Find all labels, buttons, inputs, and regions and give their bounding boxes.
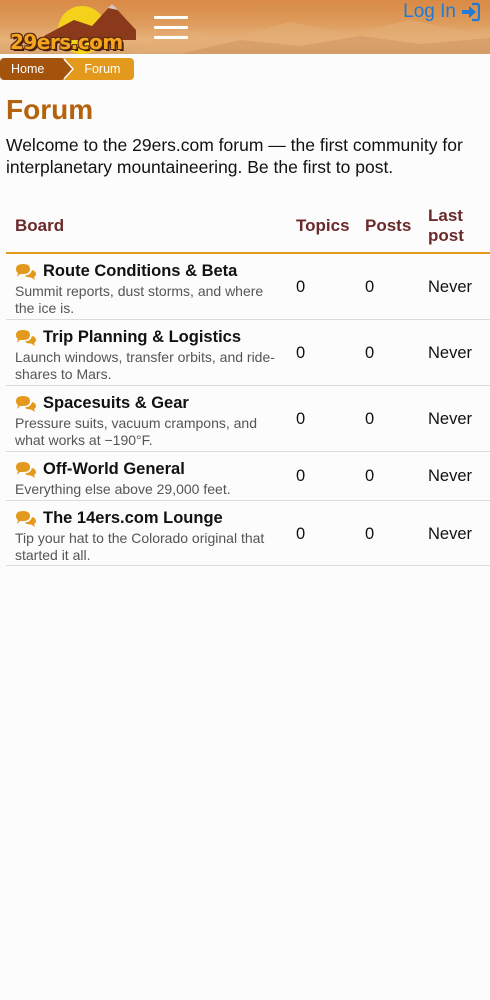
topics-count: 0	[296, 525, 306, 543]
page-title: Forum	[6, 94, 94, 125]
boards-table: Board Topics Posts Last post Route Condi…	[6, 202, 490, 566]
board-title-line: Route Conditions & Beta	[15, 262, 237, 281]
board-description: Summit reports, dust storms, and where t…	[15, 283, 264, 316]
last-post: Never	[428, 467, 473, 485]
site-header: 29ers.com Log In	[0, 0, 490, 54]
column-header-topics: Topics	[296, 216, 350, 235]
column-header-last-post: Last post	[428, 206, 464, 245]
boards-list: Route Conditions & Beta Summit reports, d…	[6, 254, 490, 566]
board-title[interactable]: The 14ers.com Lounge	[43, 509, 223, 528]
board-title[interactable]: Off-World General	[43, 460, 185, 479]
last-post: Never	[428, 344, 473, 362]
table-header: Board Topics Posts Last post	[6, 202, 490, 254]
table-row[interactable]: Route Conditions & Beta Summit reports, d…	[6, 254, 490, 320]
comments-icon	[15, 461, 37, 479]
table-row[interactable]: Trip Planning & Logistics Launch windows,…	[6, 320, 490, 386]
logo-text: 29ers.com	[10, 30, 123, 54]
login-label: Log In	[403, 1, 456, 22]
posts-count: 0	[365, 278, 375, 296]
board-description: Pressure suits, vacuum crampons, and wha…	[15, 415, 257, 448]
board-title-line: Trip Planning & Logistics	[15, 328, 241, 347]
posts-count: 0	[365, 410, 375, 428]
board-title-line: The 14ers.com Lounge	[15, 509, 223, 528]
comments-icon	[15, 510, 37, 528]
board-title-line: Spacesuits & Gear	[15, 394, 189, 413]
board-description: Launch windows, transfer orbits, and rid…	[15, 349, 275, 382]
last-post: Never	[428, 278, 473, 296]
page-intro: Welcome to the 29ers.com forum — the fir…	[6, 135, 463, 177]
column-header-posts: Posts	[365, 216, 412, 235]
table-row[interactable]: Spacesuits & Gear Pressure suits, vacuum …	[6, 386, 490, 452]
comments-icon	[15, 263, 37, 281]
table-row[interactable]: The 14ers.com Lounge Tip your hat to the …	[6, 501, 490, 566]
posts-count: 0	[365, 525, 375, 543]
last-post: Never	[428, 525, 473, 543]
posts-count: 0	[365, 467, 375, 485]
site-logo[interactable]: 29ers.com	[4, 0, 136, 54]
topics-count: 0	[296, 467, 306, 485]
breadcrumb-home[interactable]: Home	[0, 58, 75, 80]
login-link[interactable]: Log In	[403, 1, 480, 23]
posts-count: 0	[365, 344, 375, 362]
sign-in-icon	[462, 2, 480, 22]
last-post: Never	[428, 410, 473, 428]
topics-count: 0	[296, 278, 306, 296]
board-title[interactable]: Route Conditions & Beta	[43, 262, 237, 281]
table-row[interactable]: Off-World General Everything else above 2…	[6, 452, 490, 501]
column-header-board: Board	[15, 216, 65, 235]
breadcrumb: Home Forum	[0, 58, 135, 80]
board-description: Everything else above 29,000 feet.	[15, 481, 231, 497]
comments-icon	[15, 329, 37, 347]
board-title[interactable]: Spacesuits & Gear	[43, 394, 189, 413]
topics-count: 0	[296, 344, 306, 362]
comments-icon	[15, 395, 37, 413]
board-title-line: Off-World General	[15, 460, 185, 479]
topics-count: 0	[296, 410, 306, 428]
board-description: Tip your hat to the Colorado original th…	[15, 530, 265, 563]
menu-icon[interactable]	[154, 16, 188, 42]
board-title[interactable]: Trip Planning & Logistics	[43, 328, 241, 347]
